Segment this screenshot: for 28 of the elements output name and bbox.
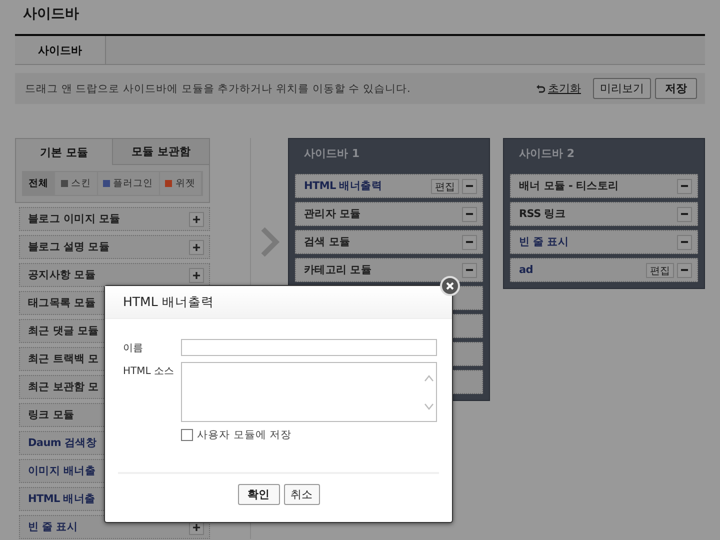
sidebar-title: 사이드바 1 (303, 146, 360, 162)
dialog-title: HTML 배너출력 (105, 286, 452, 319)
module-name: 링크 모듈 (28, 408, 74, 422)
page-title: 사이드바 (22, 5, 80, 24)
notice-text: 드래그 앤 드랍으로 사이드바에 모듈을 추가하거나 위치를 이동할 수 있습니다. (25, 82, 410, 96)
module-name: 태그목록 모듈 (28, 296, 96, 310)
module-name: 블로그 이미지 모듈 (28, 212, 120, 226)
module-name: RSS 링크 (519, 207, 566, 221)
module-name: 관리자 모듈 (304, 207, 361, 221)
module-name: 최근 트랙백 모 (28, 352, 99, 366)
module-name: 공지사항 모듈 (28, 268, 96, 282)
module-name: 빈 줄 표시 (28, 520, 78, 534)
module-name: 카테고리 모듈 (304, 263, 372, 277)
module-name: 검색 모듈 (304, 235, 350, 249)
sidebar-title: 사이드바 2 (518, 146, 576, 162)
module-name: 이미지 배너출 (28, 464, 96, 478)
module-name: 최근 보관함 모 (28, 380, 99, 394)
module-name: 블로그 설명 모듈 (28, 240, 110, 254)
field-label: HTML 소스 (123, 365, 176, 379)
checkbox-label: 사용자 모듈에 저장 (197, 428, 292, 442)
module-name: ad (519, 264, 534, 276)
module-name: 최근 댓글 모듈 (28, 324, 99, 338)
module-name: Daum 검색창 (28, 436, 96, 450)
field-label: 이름 (123, 342, 144, 356)
module-name: HTML 배너출 (28, 492, 96, 506)
module-name: HTML 배너출력 (304, 179, 382, 193)
module-name: 배너 모듈 - 티스토리 (519, 179, 619, 193)
module-name: 빈 줄 표시 (519, 235, 569, 249)
